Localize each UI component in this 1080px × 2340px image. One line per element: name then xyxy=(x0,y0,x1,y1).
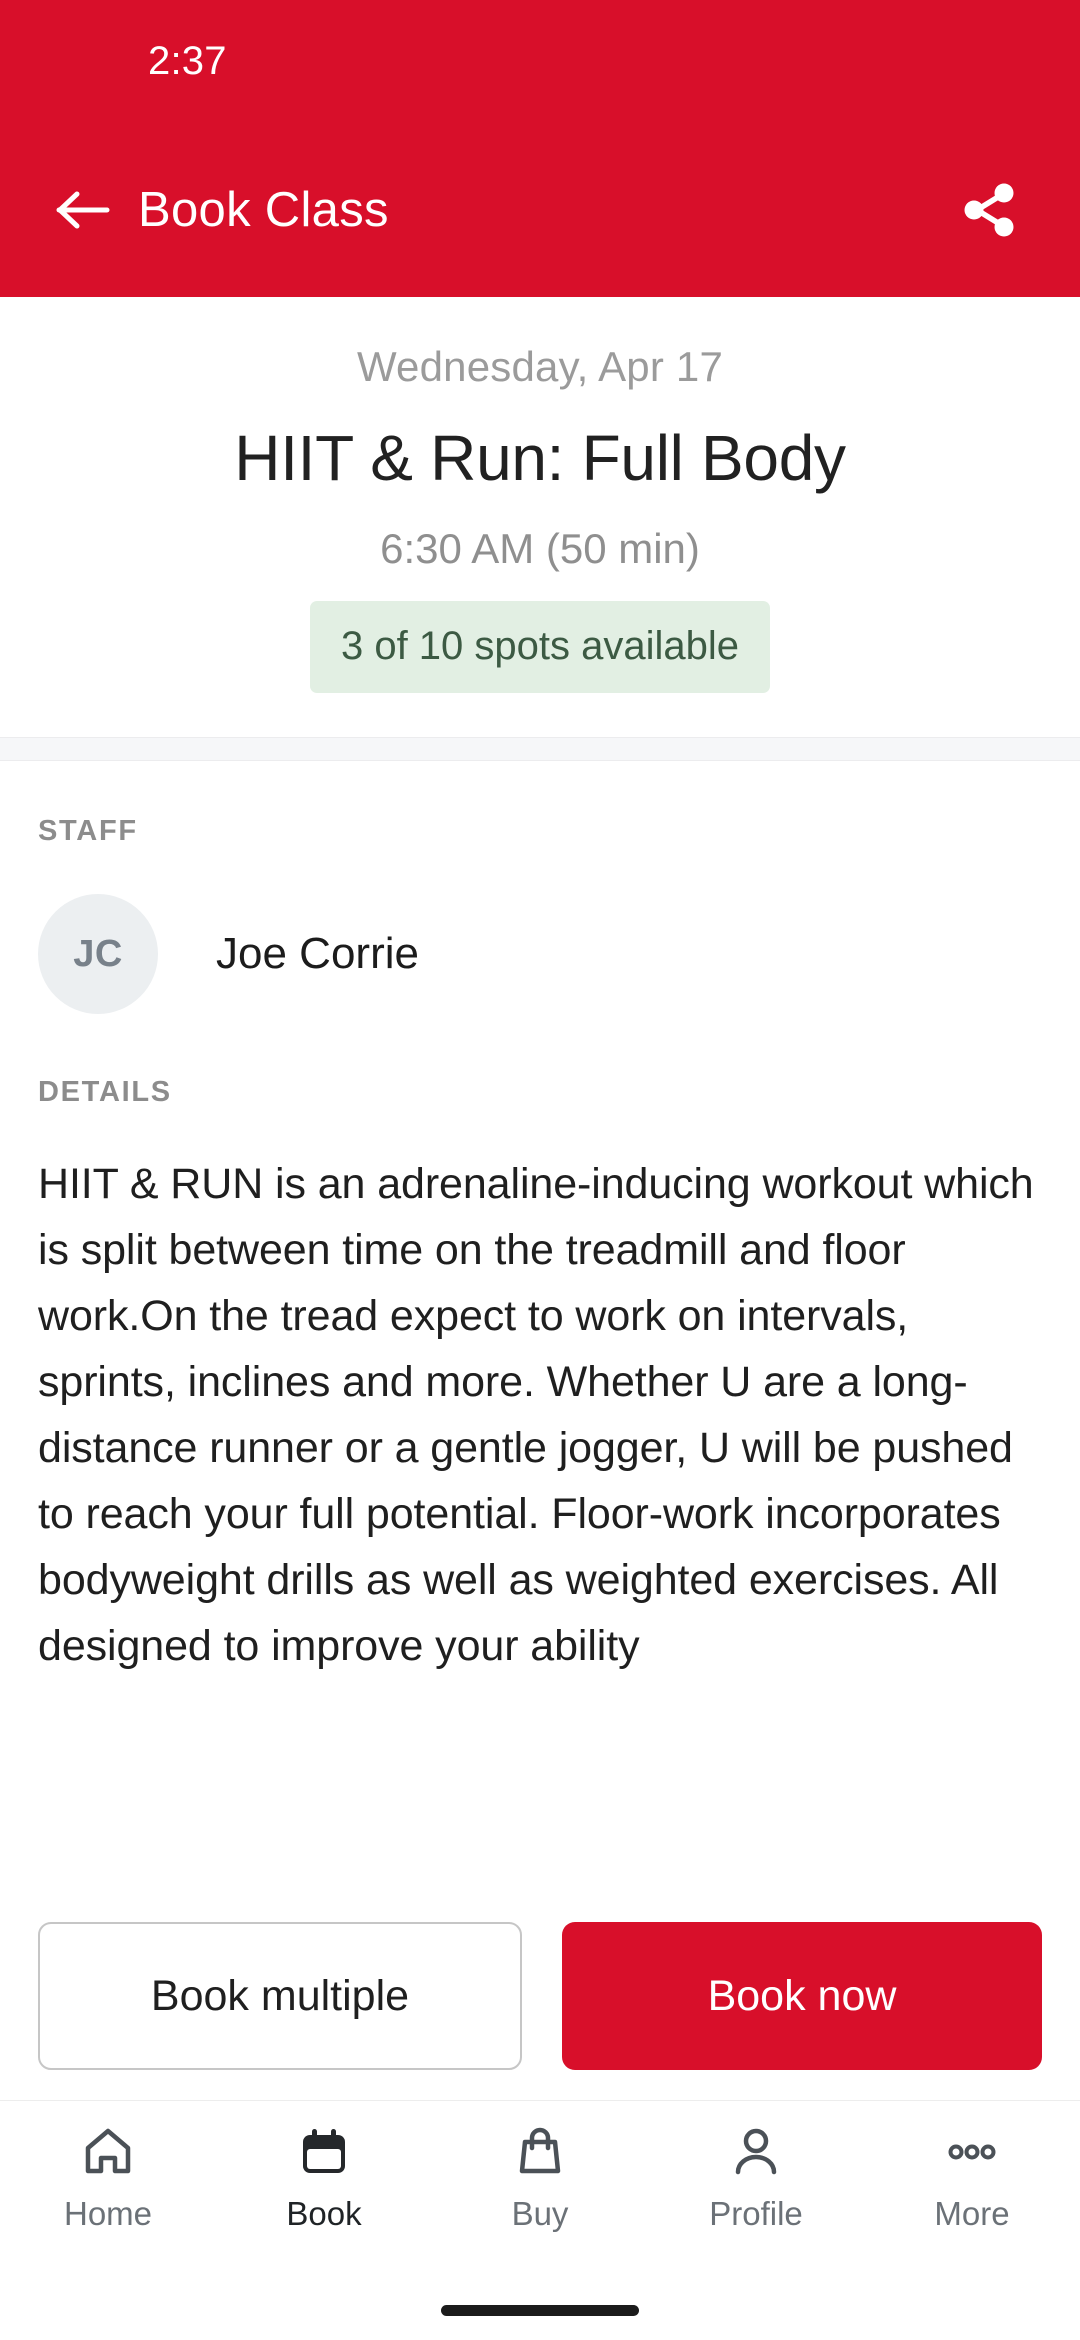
nav-label-book: Book xyxy=(286,2195,362,2232)
spots-badge-row: 3 of 10 spots available xyxy=(40,601,1040,694)
spots-available-badge: 3 of 10 spots available xyxy=(309,601,771,694)
bag-icon xyxy=(512,2121,568,2183)
class-summary-card: Wednesday, Apr 17 HIIT & Run: Full Body … xyxy=(0,297,1080,738)
share-icon xyxy=(964,183,1014,236)
arrow-left-icon xyxy=(56,191,110,228)
bottom-navigation: Home Book Buy Profile More xyxy=(0,2100,1080,2280)
person-icon xyxy=(728,2121,784,2183)
nav-item-home[interactable]: Home xyxy=(0,2121,216,2280)
ellipsis-icon xyxy=(944,2121,1000,2183)
nav-item-profile[interactable]: Profile xyxy=(648,2121,864,2280)
action-bar: Book multiple Book now xyxy=(0,1896,1080,2100)
nav-item-more[interactable]: More xyxy=(864,2121,1080,2280)
page-title: Book Class xyxy=(138,182,389,237)
details-section-label: DETAILS xyxy=(38,1076,172,1109)
nav-item-buy[interactable]: Buy xyxy=(432,2121,648,2280)
nav-label-home: Home xyxy=(63,2195,153,2232)
nav-label-profile: Profile xyxy=(709,2195,803,2232)
home-indicator[interactable] xyxy=(441,2304,639,2316)
staff-name: Joe Corrie xyxy=(216,929,419,979)
back-button[interactable] xyxy=(46,173,120,247)
calendar-icon xyxy=(296,2121,352,2183)
status-bar: 2:37 xyxy=(0,0,1080,122)
home-indicator-area xyxy=(0,2280,1080,2340)
nav-item-book[interactable]: Book xyxy=(216,2121,432,2280)
nav-label-more: More xyxy=(934,2195,1010,2232)
status-bar-clock: 2:37 xyxy=(148,38,227,83)
details-description: HIIT & RUN is an adrenaline-inducing wor… xyxy=(38,1160,1034,1671)
staff-list-item[interactable]: JC Joe Corrie xyxy=(38,894,1042,1015)
app-screen: 2:37 Book Class Wednesday, Apr 17 HIIT &… xyxy=(0,0,1080,2340)
avatar: JC xyxy=(38,894,158,1015)
share-button[interactable] xyxy=(950,171,1028,249)
book-multiple-button[interactable]: Book multiple xyxy=(38,1922,522,2070)
class-time: 6:30 AM (50 min) xyxy=(380,525,700,573)
class-details-scroll[interactable]: STAFF JC Joe Corrie DETAILS HIIT & RUN i… xyxy=(0,761,1080,1896)
class-name: HIIT & Run: Full Body xyxy=(234,422,846,494)
book-now-button[interactable]: Book now xyxy=(562,1922,1042,2070)
class-date: Wednesday, Apr 17 xyxy=(356,343,724,390)
app-bar-container: 2:37 Book Class xyxy=(0,0,1080,297)
app-bar: Book Class xyxy=(0,122,1080,297)
section-separator xyxy=(0,737,1080,762)
home-icon xyxy=(80,2121,136,2183)
nav-label-buy: Buy xyxy=(511,2195,569,2232)
staff-section-label: STAFF xyxy=(38,815,138,848)
